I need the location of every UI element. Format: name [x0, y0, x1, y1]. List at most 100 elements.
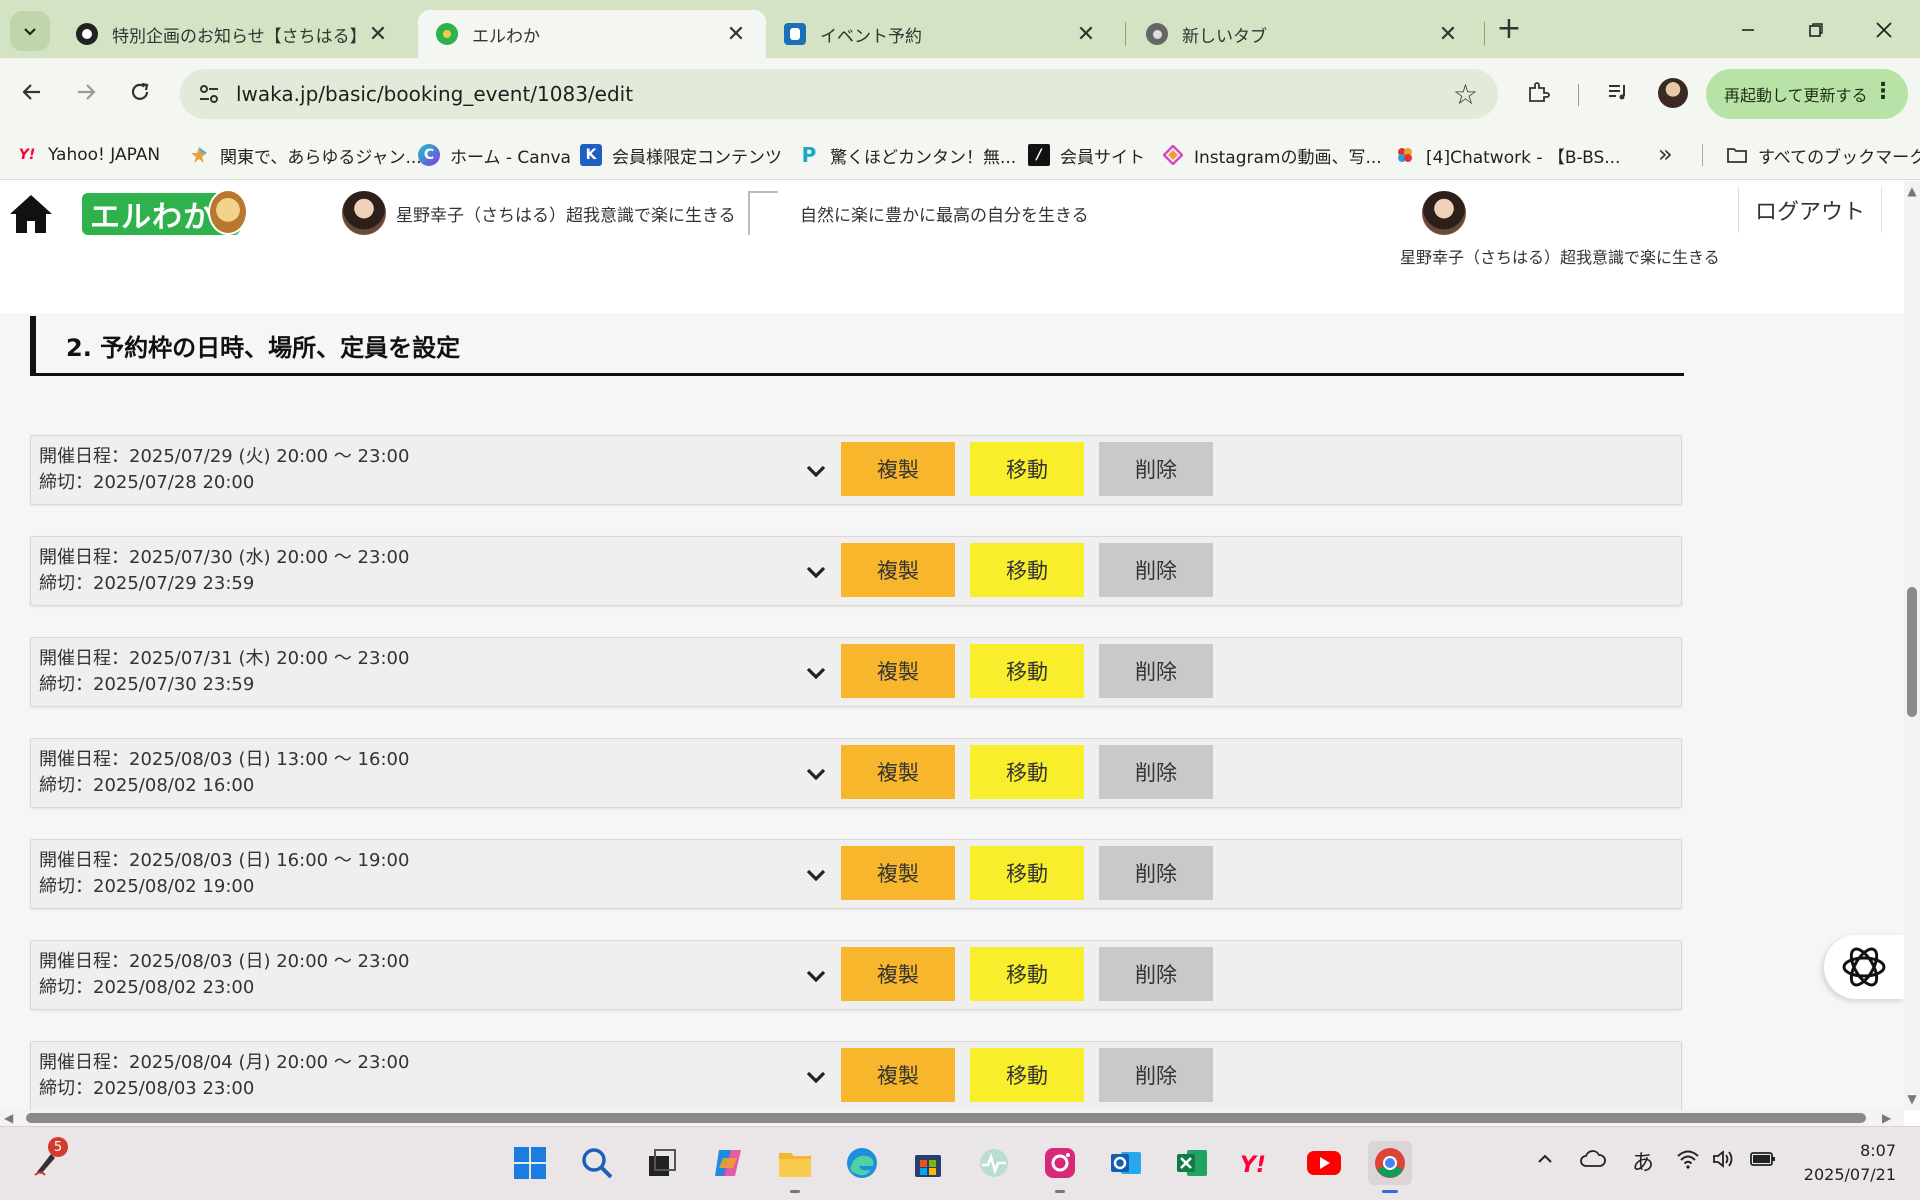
bookmark-yahoo[interactable]: Y! Yahoo! JAPAN	[16, 142, 160, 168]
ime-indicator[interactable]: あ	[1632, 1145, 1654, 1177]
duplicate-button[interactable]: 複製	[841, 947, 955, 1001]
reload-button[interactable]	[120, 72, 160, 112]
search-button[interactable]	[575, 1141, 619, 1185]
move-button[interactable]: 移動	[970, 442, 1084, 496]
duplicate-button[interactable]: 複製	[841, 442, 955, 496]
delete-button[interactable]: 削除	[1099, 644, 1213, 698]
back-button[interactable]	[12, 72, 52, 112]
bookmark-kanto[interactable]: 関東で、あらゆるジャン...	[188, 142, 422, 168]
expand-chevron-icon[interactable]	[801, 759, 831, 789]
delete-button[interactable]: 削除	[1099, 543, 1213, 597]
tab-search-button[interactable]	[10, 11, 50, 51]
more-bookmarks-icon[interactable]: »	[1658, 140, 1673, 168]
all-bookmarks-folder[interactable]: すべてのブックマーク	[1726, 142, 1920, 168]
tab-new-tab[interactable]: 新しいタブ ✕	[1128, 10, 1478, 58]
move-button[interactable]: 移動	[970, 644, 1084, 698]
site-logo[interactable]: エルわか	[82, 189, 248, 235]
bookmark-star-icon[interactable]: ☆	[1453, 78, 1478, 111]
vertical-scroll-thumb[interactable]	[1907, 587, 1917, 717]
address-bar[interactable]: lwaka.jp/basic/booking_event/1083/edit ☆	[180, 69, 1498, 119]
volume-button[interactable]	[1712, 1149, 1736, 1175]
scroll-up-icon[interactable]: ▲	[1906, 185, 1918, 197]
delete-button[interactable]: 削除	[1099, 1048, 1213, 1102]
file-explorer-app[interactable]	[773, 1141, 817, 1193]
bookmark-instagram-tool[interactable]: Instagramの動画、写...	[1162, 142, 1382, 168]
excel-app[interactable]	[1170, 1141, 1214, 1185]
url-text[interactable]: lwaka.jp/basic/booking_event/1083/edit	[236, 82, 633, 106]
tab-event-booking[interactable]: イベント予約 ✕	[766, 10, 1116, 58]
chrome-app[interactable]	[1368, 1141, 1412, 1193]
tab-special-project[interactable]: 特別企画のお知らせ【さちはる】 ✕	[58, 10, 408, 58]
account-name-2[interactable]: 星野幸子（さちはる）超我意識で楽に生きる	[1400, 247, 1730, 269]
extensions-button[interactable]	[1520, 74, 1556, 110]
delete-button[interactable]: 削除	[1099, 442, 1213, 496]
expand-chevron-icon[interactable]	[801, 456, 831, 486]
scroll-right-icon[interactable]: ▶	[1882, 1112, 1894, 1124]
instagram-app[interactable]	[1038, 1141, 1082, 1193]
delete-button[interactable]: 削除	[1099, 745, 1213, 799]
expand-chevron-icon[interactable]	[801, 860, 831, 890]
restore-button[interactable]	[1786, 8, 1846, 52]
onedrive-button[interactable]	[1580, 1149, 1606, 1175]
delete-button[interactable]: 削除	[1099, 947, 1213, 1001]
outlook-app[interactable]	[1104, 1141, 1148, 1185]
move-button[interactable]: 移動	[970, 745, 1084, 799]
battery-button[interactable]	[1750, 1149, 1776, 1174]
bookmark-chatwork[interactable]: [4]Chatwork - 【B-BS...	[1394, 142, 1620, 168]
duplicate-button[interactable]: 複製	[841, 543, 955, 597]
expand-chevron-icon[interactable]	[801, 961, 831, 991]
close-tab-icon[interactable]: ✕	[1074, 22, 1098, 47]
expand-chevron-icon[interactable]	[801, 658, 831, 688]
edge-app[interactable]	[840, 1141, 884, 1185]
microsoft-store-app[interactable]	[906, 1141, 950, 1185]
bookmark-easy[interactable]: P 驚くほどカンタン！無...	[798, 142, 1017, 168]
duplicate-button[interactable]: 複製	[841, 745, 955, 799]
close-tab-icon[interactable]: ✕	[724, 22, 748, 47]
close-tab-icon[interactable]: ✕	[1436, 22, 1460, 47]
media-control-button[interactable]	[1600, 74, 1636, 110]
site-settings-icon[interactable]	[196, 81, 222, 107]
account-avatar-2[interactable]	[1422, 191, 1466, 235]
account-link-2[interactable]: 自然に楽に豊かに最高の自分を生きる	[800, 201, 1089, 226]
show-hidden-icons-button[interactable]	[1536, 1149, 1554, 1174]
ai-assistant-button[interactable]	[1824, 935, 1904, 999]
youtube-app[interactable]	[1302, 1141, 1346, 1185]
profile-avatar[interactable]	[1658, 78, 1688, 108]
scroll-left-icon[interactable]: ◀	[4, 1112, 16, 1124]
move-button[interactable]: 移動	[970, 543, 1084, 597]
task-view-button[interactable]	[640, 1141, 684, 1185]
yahoo-app[interactable]: Y!	[1236, 1141, 1280, 1185]
horizontal-scroll-thumb[interactable]	[26, 1113, 1866, 1123]
minimize-button[interactable]	[1718, 8, 1778, 52]
new-tab-button[interactable]: +	[1494, 12, 1524, 48]
expand-chevron-icon[interactable]	[801, 1062, 831, 1092]
delete-button[interactable]: 削除	[1099, 846, 1213, 900]
duplicate-button[interactable]: 複製	[841, 644, 955, 698]
duplicate-button[interactable]: 複製	[841, 846, 955, 900]
chart-app[interactable]	[972, 1141, 1016, 1185]
scroll-down-icon[interactable]: ▼	[1906, 1093, 1918, 1105]
close-window-button[interactable]	[1854, 8, 1914, 52]
relaunch-update-button[interactable]: 再起動して更新する ⋮	[1706, 69, 1908, 119]
horizontal-scrollbar[interactable]: ◀ ▶	[0, 1110, 1904, 1126]
logout-button[interactable]: ログアウト	[1738, 187, 1882, 233]
move-button[interactable]: 移動	[970, 947, 1084, 1001]
forward-button[interactable]	[66, 72, 106, 112]
home-icon[interactable]	[8, 193, 54, 235]
system-clock[interactable]: 8:07 2025/07/21	[1796, 1139, 1896, 1187]
expand-chevron-icon[interactable]	[801, 557, 831, 587]
vertical-scrollbar[interactable]: ▲ ▼	[1904, 181, 1920, 1110]
move-button[interactable]: 移動	[970, 846, 1084, 900]
close-tab-icon[interactable]: ✕	[366, 22, 390, 47]
more-menu-icon[interactable]: ⋮	[1872, 79, 1894, 104]
duplicate-button[interactable]: 複製	[841, 1048, 955, 1102]
bookmark-member-site[interactable]: / 会員サイト	[1028, 142, 1145, 168]
account-avatar[interactable]	[342, 191, 386, 235]
move-button[interactable]: 移動	[970, 1048, 1084, 1102]
account-link[interactable]: 星野幸子（さちはる）超我意識で楽に生きる	[396, 201, 736, 226]
tab-lwaka[interactable]: エルわか ✕	[418, 10, 766, 58]
wifi-button[interactable]	[1676, 1149, 1700, 1175]
bookmark-members-content[interactable]: K 会員様限定コンテンツ	[580, 142, 782, 168]
start-button[interactable]	[508, 1141, 552, 1185]
copilot-app[interactable]	[706, 1141, 750, 1185]
